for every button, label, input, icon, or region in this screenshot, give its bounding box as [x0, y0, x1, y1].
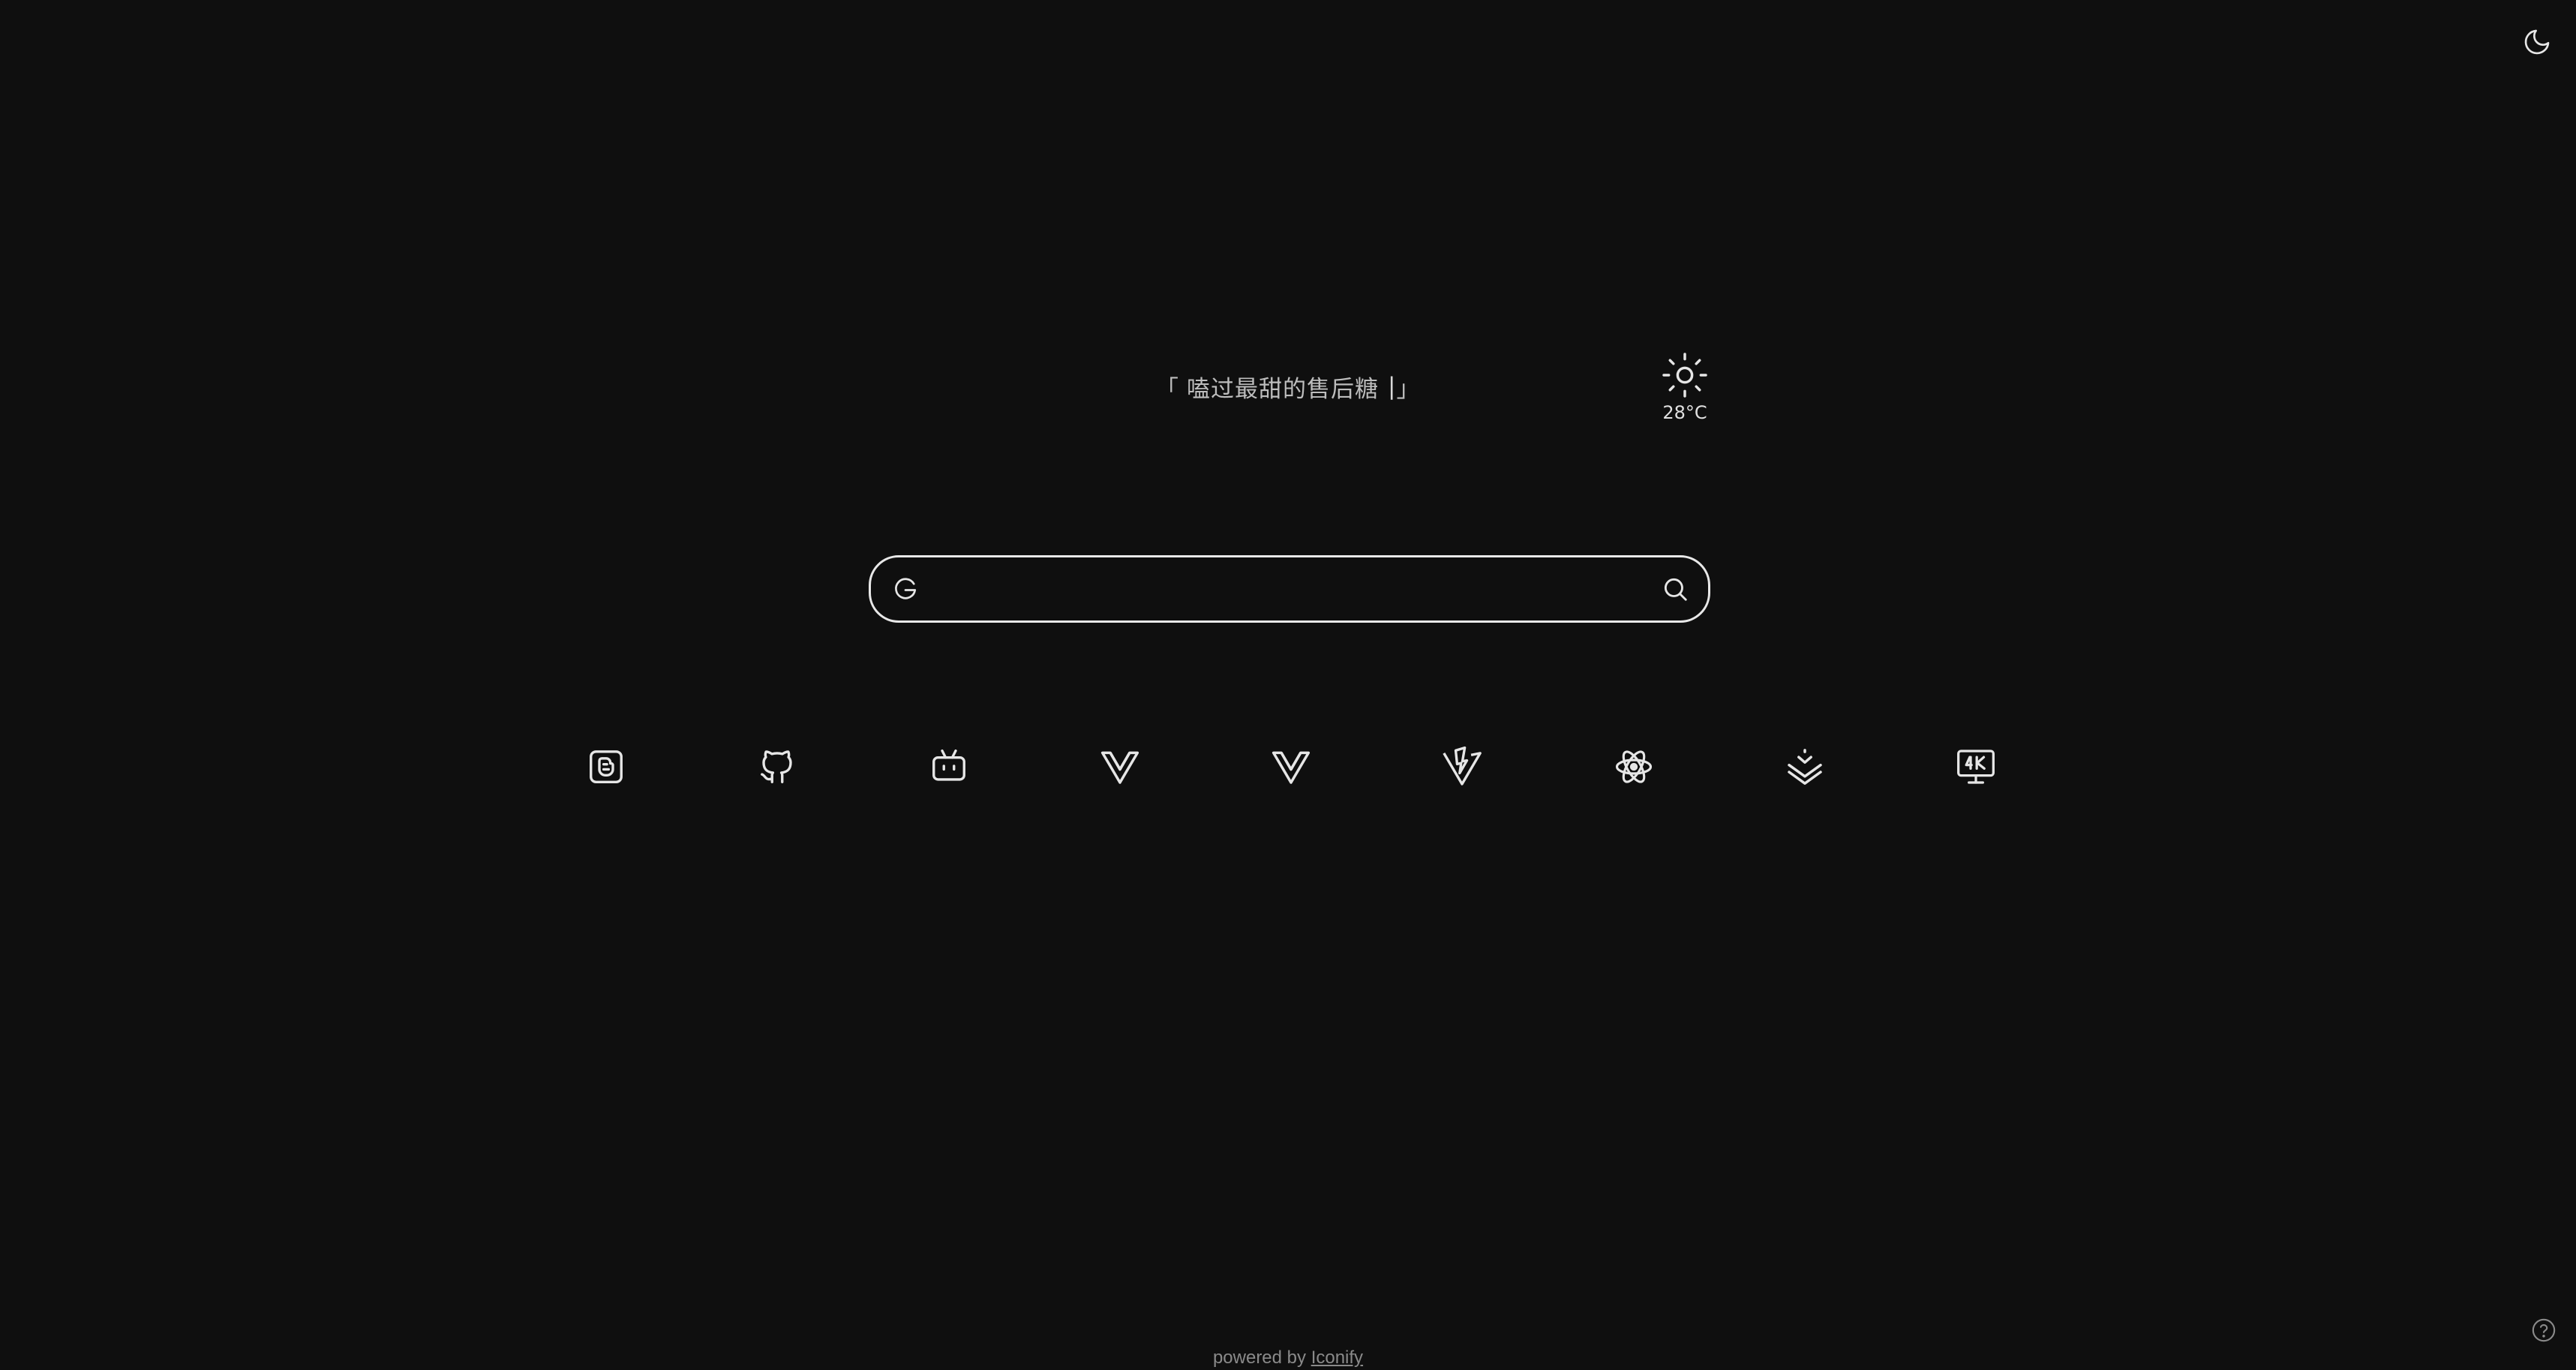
iconify-link[interactable]: Iconify	[1311, 1347, 1363, 1368]
4k-monitor-icon	[1957, 750, 1995, 784]
shortcut-download[interactable]	[1781, 743, 1829, 791]
shortcut-bar	[582, 743, 2000, 791]
shortcut-react[interactable]	[1610, 743, 1658, 791]
start-page: 「 嗑过最甜的售后糖 | 」 28°C powered by Iconify	[0, 0, 2576, 1370]
moon-icon	[2524, 29, 2550, 55]
search-button[interactable]	[1659, 572, 1692, 605]
quote-open-bracket: 「	[1155, 375, 1179, 403]
vite-icon	[1443, 746, 1482, 786]
shortcut-4k[interactable]	[1952, 743, 2000, 791]
shortcut-blogger[interactable]	[582, 743, 630, 791]
search-engine-selector[interactable]	[889, 572, 922, 605]
google-icon	[895, 578, 917, 599]
typing-caret: |	[1388, 373, 1397, 400]
blogger-icon	[590, 750, 623, 783]
search-bar	[869, 555, 1710, 623]
theme-toggle-button[interactable]	[2520, 26, 2553, 59]
weather-widget: 28°C	[1650, 351, 1719, 423]
quote-close-bracket: 」	[1396, 375, 1421, 403]
vue-icon	[1100, 751, 1139, 784]
temperature-label: 28°C	[1662, 402, 1707, 423]
daily-quote: 「 嗑过最甜的售后糖 | 」	[1155, 368, 1420, 405]
help-button[interactable]	[2529, 1316, 2558, 1344]
search-input[interactable]	[937, 566, 1644, 612]
quote-text: 嗑过最甜的售后糖	[1187, 375, 1379, 403]
download-icon	[1788, 749, 1822, 785]
help-icon	[2532, 1318, 2556, 1342]
vuetify-icon	[1271, 751, 1311, 784]
github-icon	[761, 750, 792, 783]
shortcut-vue[interactable]	[1096, 743, 1144, 791]
shortcut-bilibili[interactable]	[925, 743, 973, 791]
shortcut-vuetify[interactable]	[1267, 743, 1315, 791]
bilibili-icon	[932, 749, 965, 781]
footer-prefix: powered by	[1212, 1347, 1307, 1368]
shortcut-github[interactable]	[753, 743, 801, 791]
shortcut-vite[interactable]	[1438, 743, 1486, 791]
footer: powered by Iconify	[0, 1347, 2576, 1368]
sun-icon	[1662, 353, 1707, 398]
search-icon	[1664, 578, 1687, 601]
react-icon	[1615, 750, 1652, 783]
